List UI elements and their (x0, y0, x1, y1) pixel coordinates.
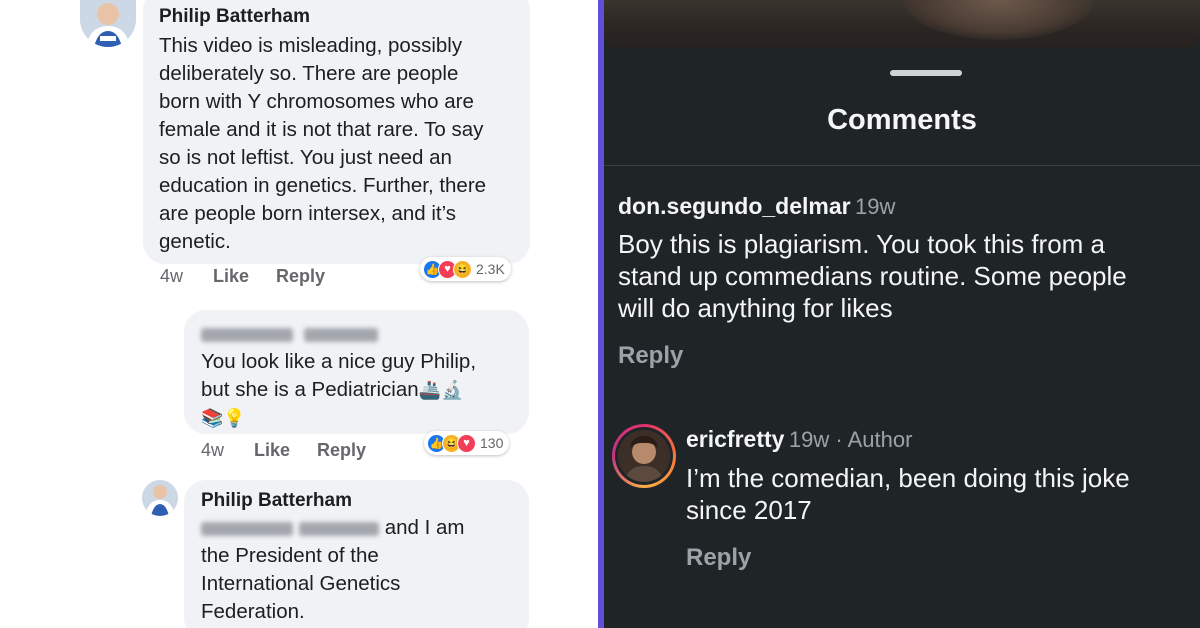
reaction-summary[interactable]: 👍 😆 ♥ 130 (424, 431, 510, 455)
avatar[interactable] (142, 480, 178, 516)
like-button[interactable]: Like (213, 266, 249, 287)
video-preview[interactable] (604, 0, 1200, 48)
comment-text-line: so is not leftist. You just need an (159, 146, 452, 169)
comment-meta: 19w · Author (788, 427, 913, 452)
reply-bubble: Philip Batterham and I am the President … (184, 480, 529, 628)
tagged-user-redacted[interactable] (201, 521, 293, 536)
comment-timestamp: 19w (855, 194, 896, 219)
divider (604, 165, 1200, 166)
reply-button[interactable]: Reply (317, 440, 366, 461)
haha-icon: 😆 (453, 259, 472, 279)
reply-button[interactable]: Reply (686, 544, 751, 572)
comment-username[interactable]: don.segundo_delmar (618, 193, 851, 219)
sheet-title: Comments (827, 104, 977, 136)
comment-author-redacted[interactable] (201, 324, 513, 346)
comment-text-line: Federation. (201, 600, 305, 623)
comment-text-line: Boy this is plagiarism. You took this fr… (618, 229, 1106, 259)
comment-author[interactable]: Philip Batterham (159, 6, 514, 28)
comment-text-line: but she is a Pediatrician🚢🔬 (201, 376, 513, 404)
comment-text-line: since 2017 (686, 495, 812, 525)
reaction-count: 130 (480, 435, 504, 451)
comment-text-line: You look like a nice guy Philip, (201, 350, 477, 373)
comment-text-line: I’m the comedian, been doing this joke (686, 463, 1130, 493)
comment-text: I’m the comedian, been doing this joke s… (686, 462, 1130, 526)
reaction-summary[interactable]: 👍 ♥ 😆 2.3K (420, 257, 511, 281)
comment-username[interactable]: ericfretty (686, 426, 784, 452)
instagram-comments-panel: Comments don.segundo_delmar 19w Boy this… (604, 0, 1200, 628)
avatar[interactable] (80, 0, 136, 47)
comment-text-line: are people born intersex, and it’s (159, 202, 457, 225)
comment-timestamp[interactable]: 4w (201, 440, 224, 461)
ship-emoji-icon: 🚢 (418, 380, 442, 400)
comment-actions: 4w Like Reply (201, 440, 421, 464)
drag-handle[interactable] (890, 70, 962, 76)
reply-bubble: You look like a nice guy Philip, but she… (184, 310, 529, 434)
comment-text-line: female and it is not that rare. To say (159, 118, 484, 141)
avatar[interactable] (612, 424, 676, 488)
reply-button[interactable]: Reply (276, 266, 325, 287)
comment-text-line: and I am (201, 514, 513, 542)
comment-text-line: This video is misleading, possibly (159, 34, 463, 57)
comment-bubble: Philip Batterham This video is misleadin… (143, 0, 530, 264)
reaction-count: 2.3K (476, 261, 505, 277)
comment-text-line: deliberately so. There are people (159, 62, 459, 85)
comment-text: Boy this is plagiarism. You took this fr… (618, 228, 1127, 324)
comment-text-line: will do anything for likes (618, 293, 893, 323)
comment-text-line: the President of the (201, 544, 379, 567)
microscope-emoji-icon: 🔬 (441, 380, 464, 400)
love-icon: ♥ (457, 433, 476, 453)
comment-text-line: 📚💡 (201, 404, 513, 432)
books-emoji-icon: 📚 (201, 408, 224, 428)
comment-header: ericfretty 19w · Author (686, 426, 912, 453)
comment-author[interactable]: Philip Batterham (201, 490, 513, 512)
profile-photo-icon (618, 430, 670, 482)
comment-text-line: genetic. (159, 230, 231, 253)
comment-header: don.segundo_delmar 19w (618, 193, 895, 220)
facebook-comments-panel: Philip Batterham This video is misleadin… (0, 0, 598, 628)
comment-text-segment: but she is a Pediatrician (201, 378, 419, 401)
comment-text-line: stand up commedians routine. Some people (618, 261, 1127, 291)
comment-text-segment: and I am (379, 516, 465, 539)
comment-actions: 4w Like Reply (160, 266, 420, 290)
comment-text-line: born with Y chromosomes who are (159, 90, 474, 113)
comment-timestamp[interactable]: 4w (160, 266, 183, 287)
comment-text-line: education in genetics. Further, there (159, 174, 487, 197)
lightbulb-emoji-icon: 💡 (223, 408, 246, 428)
like-button[interactable]: Like (254, 440, 290, 461)
comment-text-line: International Genetics (201, 572, 401, 595)
reply-button[interactable]: Reply (618, 342, 683, 370)
